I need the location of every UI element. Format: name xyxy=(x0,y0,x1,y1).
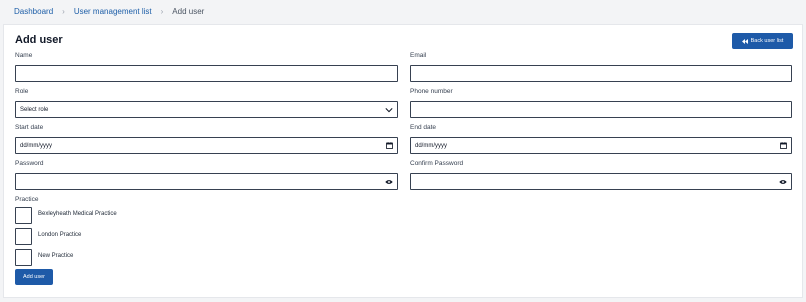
add-user-button[interactable]: Add user xyxy=(15,269,53,285)
practice-checkbox-bexleyheath[interactable] xyxy=(15,207,32,224)
password-label: Password xyxy=(15,160,44,167)
breadcrumb-current: Add user xyxy=(172,7,205,16)
start-date-value: dd/mm/yyyy xyxy=(20,142,53,149)
breadcrumb-separator: › xyxy=(160,7,164,16)
confirm-password-input[interactable] xyxy=(410,173,792,190)
page-title: Add user xyxy=(15,34,63,46)
end-date-value: dd/mm/yyyy xyxy=(415,142,448,149)
calendar-icon[interactable] xyxy=(779,142,787,150)
role-select[interactable]: Select role xyxy=(15,101,398,118)
phone-number-label: Phone number xyxy=(410,88,453,95)
name-input[interactable] xyxy=(15,65,398,82)
confirm-password-label: Confirm Password xyxy=(410,160,464,167)
calendar-icon[interactable] xyxy=(385,142,393,150)
back-user-list-button[interactable]: Back user list xyxy=(732,33,793,49)
practice-label: Practice xyxy=(15,196,39,203)
practice-checkbox-london[interactable] xyxy=(15,228,32,245)
add-user-card: Add user Back user list Name Email Role … xyxy=(3,24,803,298)
practice-option-label: New Practice xyxy=(38,253,74,259)
practice-checkbox-new[interactable] xyxy=(15,249,32,266)
breadcrumb-user-management-list[interactable]: User management list xyxy=(74,7,152,16)
back-user-list-label: Back user list xyxy=(750,38,784,44)
breadcrumb-separator: › xyxy=(62,7,65,16)
start-date-label: Start date xyxy=(15,124,44,131)
name-label: Name xyxy=(15,52,33,59)
eye-icon[interactable] xyxy=(779,178,787,186)
practice-option-label: Bexleyheath Medical Practice xyxy=(38,211,117,217)
email-label: Email xyxy=(410,52,427,59)
practice-option-label: London Practice xyxy=(38,232,82,238)
chevron-down-icon xyxy=(385,106,393,114)
role-select-value: Select role xyxy=(20,106,49,113)
breadcrumb: Dashboard › User management list › Add u… xyxy=(14,7,204,16)
double-chevron-left-icon xyxy=(741,38,748,44)
breadcrumb-dashboard[interactable]: Dashboard xyxy=(14,7,53,16)
eye-icon[interactable] xyxy=(385,178,393,186)
end-date-input[interactable]: dd/mm/yyyy xyxy=(410,137,792,154)
role-label: Role xyxy=(15,88,29,95)
start-date-input[interactable]: dd/mm/yyyy xyxy=(15,137,398,154)
password-input[interactable] xyxy=(15,173,398,190)
phone-number-input[interactable] xyxy=(410,101,792,118)
end-date-label: End date xyxy=(410,124,437,131)
email-input[interactable] xyxy=(410,65,792,82)
